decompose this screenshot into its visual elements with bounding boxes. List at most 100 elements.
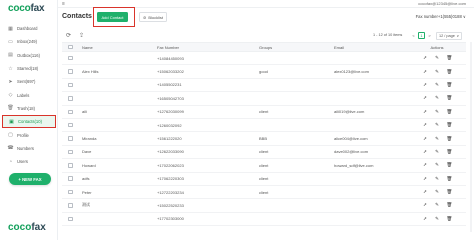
row-checkbox[interactable] bbox=[68, 109, 73, 114]
delete-icon[interactable]: 🗑 bbox=[447, 176, 453, 182]
send-fax-icon[interactable]: ➚ bbox=[423, 176, 428, 182]
table-row[interactable]: +1260032092 ➚ ✎ 🗑 bbox=[62, 119, 466, 133]
row-checkbox[interactable] bbox=[68, 203, 73, 208]
scrollbar[interactable] bbox=[470, 42, 472, 232]
edit-icon[interactable]: ✎ bbox=[435, 122, 440, 128]
edit-icon[interactable]: ✎ bbox=[435, 136, 440, 142]
edit-icon[interactable]: ✎ bbox=[435, 95, 440, 101]
table-row[interactable]: aili +12762030099 client aili019@live.com ➚ ✎… bbox=[62, 106, 466, 119]
edit-icon[interactable]: ✎ bbox=[435, 149, 440, 155]
delete-icon[interactable]: 🗑 bbox=[447, 69, 453, 75]
sidebar-item-outbox[interactable]: ▤ Outbox(116) bbox=[0, 49, 58, 62]
sidebar-item-labels[interactable]: ◇ Labels bbox=[0, 88, 58, 101]
delete-icon[interactable]: 🗑 bbox=[447, 82, 453, 88]
cocofax-logo[interactable]: cocofax bbox=[8, 3, 45, 14]
hamburger-icon[interactable]: ≡ bbox=[62, 1, 65, 7]
delete-icon[interactable]: 🗑 bbox=[447, 55, 453, 61]
edit-icon[interactable]: ✎ bbox=[435, 55, 440, 61]
row-checkbox[interactable] bbox=[68, 149, 73, 155]
edit-icon[interactable]: ✎ bbox=[435, 109, 440, 115]
delete-icon[interactable]: 🗑 bbox=[447, 149, 453, 155]
header-fax-number[interactable]: Fax Number bbox=[155, 45, 256, 50]
refresh-icon[interactable]: ⟳ bbox=[66, 32, 71, 39]
fax-number-selector[interactable]: Fax number+1(555)0188 ∨ bbox=[416, 14, 466, 19]
table-row[interactable]: 测试 +15022520233 ➚ ✎ 🗑 bbox=[62, 199, 466, 213]
sidebar-item-numbers[interactable]: ☎ Numbers bbox=[0, 142, 58, 155]
edit-icon[interactable]: ✎ bbox=[435, 69, 440, 75]
send-fax-icon[interactable]: ➚ bbox=[423, 189, 428, 195]
send-fax-icon[interactable]: ➚ bbox=[423, 136, 428, 142]
table-row[interactable]: adfs +17062220303 client ➚ ✎ 🗑 bbox=[62, 173, 466, 186]
header-name[interactable]: Name bbox=[79, 45, 155, 50]
sidebar-item-starred[interactable]: ☆ Starred(18) bbox=[0, 62, 58, 75]
sidebar-item-sent[interactable]: ➤ Sent(697) bbox=[0, 75, 58, 88]
row-checkbox[interactable] bbox=[68, 189, 73, 195]
delete-icon[interactable]: 🗑 bbox=[447, 202, 453, 208]
send-fax-icon[interactable]: ➚ bbox=[423, 55, 428, 61]
edit-icon[interactable]: ✎ bbox=[435, 176, 440, 182]
edit-icon[interactable]: ✎ bbox=[435, 216, 440, 222]
sidebar-item-contacts[interactable]: ▣ Contacts(10) bbox=[2, 115, 56, 129]
table-row[interactable]: +1405502231 ➚ ✎ 🗑 bbox=[62, 79, 466, 93]
delete-icon[interactable]: 🗑 bbox=[447, 122, 453, 128]
sidebar-item-users[interactable]: ◔ Users bbox=[0, 155, 58, 168]
send-fax-icon[interactable]: ➚ bbox=[423, 69, 428, 75]
header-groups[interactable]: Groups bbox=[256, 45, 332, 50]
page-1-button[interactable]: 1 bbox=[418, 32, 425, 39]
delete-icon[interactable]: 🗑 bbox=[447, 136, 453, 142]
table-row[interactable]: +16505042703 ➚ ✎ 🗑 bbox=[62, 92, 466, 106]
row-actions: ➚ ✎ 🗑 bbox=[408, 95, 466, 101]
send-fax-icon[interactable]: ➚ bbox=[423, 109, 428, 115]
send-fax-icon[interactable]: ➚ bbox=[423, 82, 428, 88]
table-row[interactable]: Miranda +1561222020 BBB alice004@live.com ➚ ✎… bbox=[62, 132, 466, 146]
send-fax-icon[interactable]: ➚ bbox=[423, 95, 428, 101]
add-contact-button[interactable]: Add Contact bbox=[97, 12, 128, 22]
send-fax-icon[interactable]: ➚ bbox=[423, 149, 428, 155]
cell-name: aili bbox=[82, 109, 87, 115]
send-fax-icon[interactable]: ➚ bbox=[423, 162, 428, 168]
delete-icon[interactable]: 🗑 bbox=[447, 95, 453, 101]
select-all-checkbox[interactable] bbox=[68, 44, 73, 50]
page-size-select[interactable]: 12 / page ∨ bbox=[436, 31, 462, 40]
user-account[interactable]: cocofax@12345@live.com bbox=[418, 1, 466, 6]
table-row[interactable]: Howard +17022062023 client howard_sdf@live.… bbox=[62, 159, 466, 173]
edit-icon[interactable]: ✎ bbox=[435, 162, 440, 168]
delete-icon[interactable]: 🗑 bbox=[447, 216, 453, 222]
edit-icon[interactable]: ✎ bbox=[435, 202, 440, 208]
row-checkbox[interactable] bbox=[68, 122, 73, 128]
send-fax-icon[interactable]: ➚ bbox=[423, 202, 428, 208]
sidebar-item-inbox[interactable]: ▭ Inbox(249) bbox=[0, 35, 58, 48]
sidebar-item-profile[interactable]: ▢ Profile bbox=[0, 128, 58, 141]
sidebar-item-dashboard[interactable]: ▦ Dashboard bbox=[0, 22, 58, 35]
export-icon[interactable]: ⇪ bbox=[79, 32, 84, 39]
blocklist-button[interactable]: ⊘ Blocklist bbox=[139, 12, 167, 22]
send-fax-icon[interactable]: ➚ bbox=[423, 216, 428, 222]
row-checkbox[interactable] bbox=[68, 216, 73, 222]
row-checkbox[interactable] bbox=[68, 136, 73, 141]
profile-icon: ▢ bbox=[8, 132, 13, 139]
row-checkbox[interactable] bbox=[68, 163, 73, 168]
row-checkbox[interactable] bbox=[68, 55, 73, 61]
header-email[interactable]: Email bbox=[332, 45, 408, 50]
table-header: Name Fax Number Groups Email Actions bbox=[62, 42, 466, 52]
row-checkbox[interactable] bbox=[68, 69, 73, 74]
table-row[interactable]: +14084450093 ➚ ✎ 🗑 bbox=[62, 52, 466, 66]
table-row[interactable]: +17702303000 ➚ ✎ 🗑 bbox=[62, 213, 466, 227]
table-row[interactable]: Peter +12722203234 client ➚ ✎ 🗑 bbox=[62, 186, 466, 200]
delete-icon[interactable]: 🗑 bbox=[447, 189, 453, 195]
row-checkbox[interactable] bbox=[68, 96, 73, 101]
delete-icon[interactable]: 🗑 bbox=[447, 162, 453, 168]
sidebar-nav: ▦ Dashboard ▭ Inbox(249) ▤ Outbox(116) ☆ Sta… bbox=[0, 22, 58, 168]
row-checkbox[interactable] bbox=[68, 82, 73, 88]
next-page-button[interactable]: > bbox=[426, 32, 433, 39]
prev-page-button[interactable]: < bbox=[410, 32, 417, 39]
table-row[interactable]: Dave +12622033090 client dave002@live.com ➚ ✎… bbox=[62, 146, 466, 160]
row-checkbox[interactable] bbox=[68, 176, 73, 181]
send-fax-icon[interactable]: ➚ bbox=[423, 122, 428, 128]
table-row[interactable]: Alex Hills +15062033202 good alex0123@live.… bbox=[62, 65, 466, 79]
sidebar-item-trash[interactable]: 🗑 Trash(18) bbox=[0, 102, 58, 115]
edit-icon[interactable]: ✎ bbox=[435, 82, 440, 88]
delete-icon[interactable]: 🗑 bbox=[447, 109, 453, 115]
edit-icon[interactable]: ✎ bbox=[435, 189, 440, 195]
new-fax-button[interactable]: + NEW FAX bbox=[9, 173, 51, 185]
